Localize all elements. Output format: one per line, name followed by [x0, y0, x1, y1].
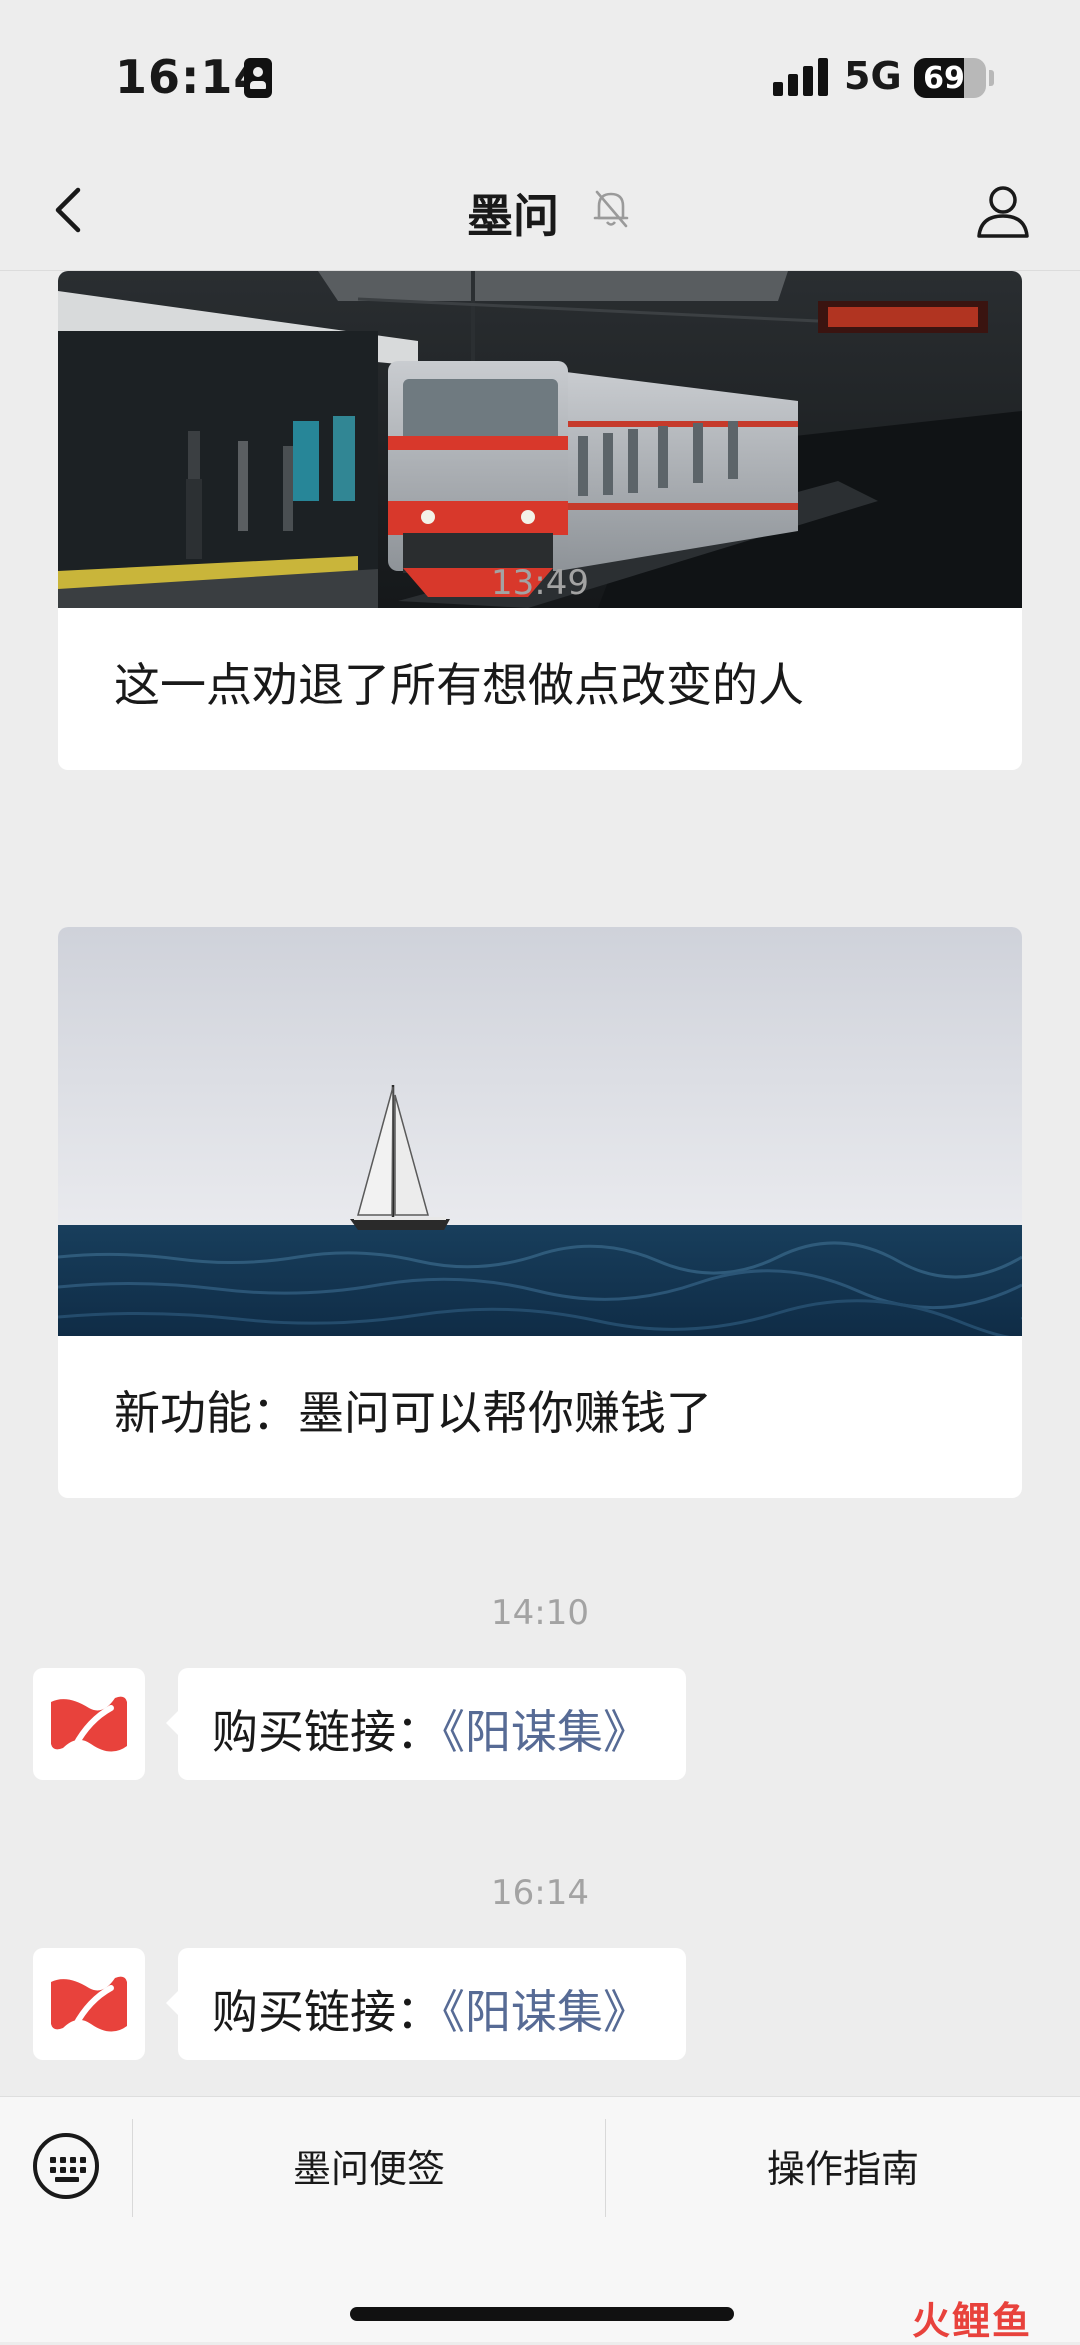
battery-tip [989, 70, 994, 86]
message-prefix: 购买链接： [212, 1705, 442, 1759]
watermark-text: 火鲤鱼 [912, 2299, 1033, 2343]
message-row: 购买链接：《阳谋集》 [33, 1948, 1033, 2060]
message-text: 购买链接：《阳谋集》 [212, 1696, 649, 1762]
menu-item-guide[interactable]: 操作指南 [606, 2129, 1080, 2209]
home-indicator [350, 2307, 734, 2321]
message-row: 购买链接：《阳谋集》 [33, 1668, 1033, 1780]
battery-level: 69 [923, 61, 965, 96]
avatar[interactable] [33, 1668, 145, 1780]
sailboat-photo [58, 927, 1022, 1336]
article-title: 这一点劝退了所有想做点改变的人 [114, 658, 804, 712]
message-prefix: 购买链接： [212, 1985, 442, 2039]
article-title: 新功能：墨问可以帮你赚钱了 [114, 1386, 712, 1440]
nav-bar: 墨问 [0, 150, 1080, 271]
signal-strength-icon [773, 58, 829, 96]
article-cover-sailboat [58, 927, 1022, 1336]
profile-icon[interactable] [973, 180, 1033, 240]
message-bubble[interactable]: 购买链接：《阳谋集》 [166, 1668, 686, 1780]
network-type: 5G [844, 54, 902, 98]
purchase-link[interactable]: 《阳谋集》 [442, 1705, 649, 1759]
article-card[interactable]: 这一点劝退了所有想做点改变的人 [58, 271, 1022, 770]
avatar[interactable] [33, 1948, 145, 2060]
mowen-logo-icon [51, 1696, 127, 1752]
battery-icon: 69 [914, 58, 986, 98]
mute-bell-icon [593, 190, 629, 228]
article-cover-train [58, 271, 1022, 608]
timestamp: 16:14 [491, 1873, 589, 1913]
page-title: 墨问 [0, 180, 1080, 246]
mowen-logo-icon [51, 1976, 127, 2032]
status-bar: 16:14 5G 69 [0, 0, 1080, 150]
train-photo [58, 271, 1022, 608]
timestamp: 14:10 [491, 1593, 589, 1633]
message-bubble[interactable]: 购买链接：《阳谋集》 [166, 1948, 686, 2060]
chat-title: 墨问 [467, 189, 559, 243]
article-card[interactable]: 新功能：墨问可以帮你赚钱了 [58, 927, 1022, 1498]
keyboard-toggle-icon[interactable] [33, 2133, 99, 2199]
message-text: 购买链接：《阳谋集》 [212, 1976, 649, 2042]
contact-card-icon [244, 58, 272, 98]
chat-area: 这一点劝退了所有想做点改变的人 13:49 新功能：墨问可以帮你赚钱了 14:1… [0, 271, 1080, 2096]
purchase-link[interactable]: 《阳谋集》 [442, 1985, 649, 2039]
timestamp: 13:49 [491, 563, 589, 603]
menu-item-notes[interactable]: 墨问便签 [133, 2129, 605, 2209]
